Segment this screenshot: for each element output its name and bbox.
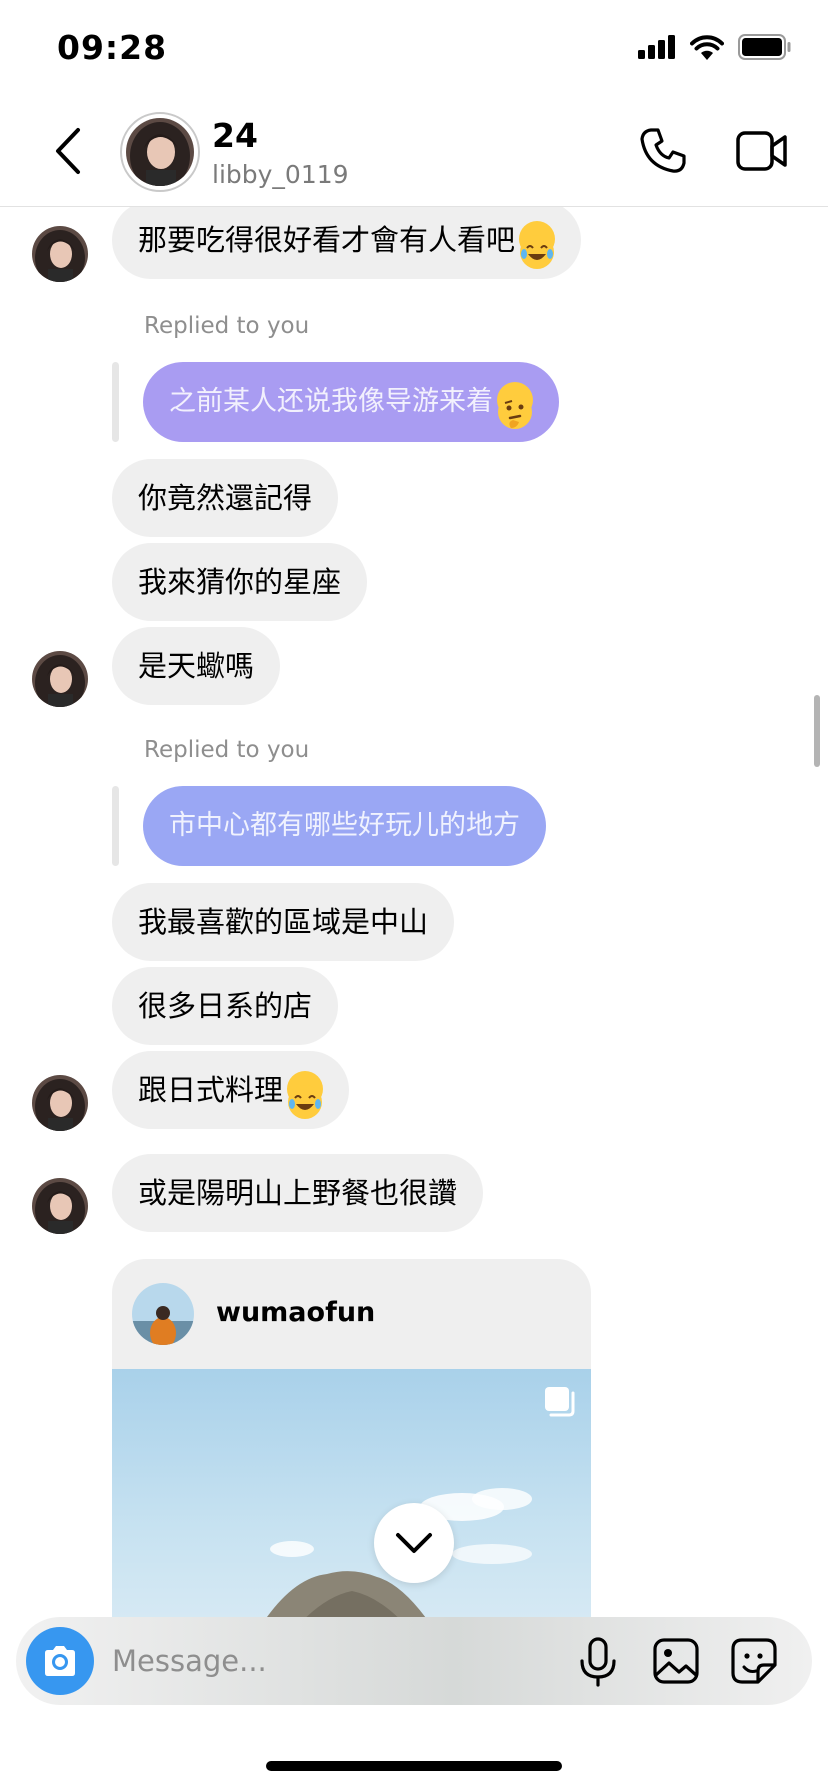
message-bubble[interactable]: 跟日式料理 (112, 1051, 350, 1129)
scrollbar[interactable] (814, 695, 820, 767)
message-bubble[interactable]: 你竟然還記得 (112, 459, 339, 537)
status-time: 09:28 (57, 28, 168, 67)
post-image[interactable] (112, 1369, 591, 1617)
message-text: 你竟然還記得 (138, 481, 313, 515)
reply-indicator (112, 786, 119, 866)
scroll-down-button[interactable] (374, 1503, 454, 1583)
contact-name[interactable]: 24 (212, 116, 258, 155)
phone-icon (640, 128, 686, 173)
message-text: 是天蠍嗎 (138, 649, 255, 683)
wifi-icon (690, 34, 724, 60)
quoted-message[interactable]: 市中心都有哪些好玩儿的地方 (143, 786, 546, 866)
sender-avatar[interactable] (32, 1075, 88, 1131)
message-composer (16, 1617, 812, 1705)
signal-icon (638, 35, 675, 59)
message-text: 很多日系的店 (138, 989, 313, 1023)
sticker-button[interactable] (730, 1637, 778, 1685)
audio-call-button[interactable] (638, 126, 688, 176)
contact-avatar[interactable] (120, 112, 200, 192)
camera-icon (45, 1646, 75, 1676)
chevron-left-icon (56, 128, 80, 174)
sender-avatar[interactable] (32, 651, 88, 707)
microphone-button[interactable] (578, 1637, 618, 1687)
post-author-avatar[interactable] (132, 1283, 194, 1345)
sticker-icon (731, 1638, 777, 1684)
home-indicator[interactable] (266, 1761, 562, 1771)
sender-avatar[interactable] (32, 226, 88, 282)
video-camera-icon (736, 131, 787, 171)
microphone-icon (580, 1637, 616, 1687)
thinking-face-icon (497, 381, 533, 429)
sender-avatar[interactable] (32, 1178, 88, 1234)
status-bar: 09:28 (0, 0, 828, 100)
message-text: 我來猜你的星座 (138, 565, 342, 599)
battery-icon (738, 34, 791, 60)
message-bubble[interactable]: 很多日系的店 (112, 967, 339, 1045)
face-with-tears-of-joy-icon (519, 221, 556, 269)
message-bubble[interactable]: 那要吃得很好看才會有人看吧 (112, 207, 582, 279)
contact-username[interactable]: libby_0119 (212, 160, 349, 189)
image-icon (653, 1638, 699, 1684)
face-with-tears-of-joy-icon (287, 1071, 324, 1119)
reply-indicator (112, 362, 119, 442)
quoted-text: 之前某人还说我像导游来着 (169, 386, 493, 417)
shared-post[interactable]: wumaofun (112, 1259, 591, 1617)
camera-button[interactable] (26, 1627, 94, 1695)
message-bubble[interactable]: 我最喜歡的區域是中山 (112, 883, 455, 961)
chat-header: 24 libby_0119 (0, 100, 828, 207)
message-bubble[interactable]: 是天蠍嗎 (112, 627, 281, 705)
reply-label: Replied to you (144, 737, 310, 763)
post-author-username[interactable]: wumaofun (216, 1297, 375, 1328)
back-button[interactable] (50, 126, 90, 176)
quoted-text: 市中心都有哪些好玩儿的地方 (169, 810, 520, 841)
chevron-down-icon (396, 1533, 432, 1553)
message-bubble[interactable]: 我來猜你的星座 (112, 543, 368, 621)
message-input[interactable] (112, 1635, 472, 1687)
message-text: 我最喜歡的區域是中山 (138, 905, 429, 939)
message-text: 跟日式料理 (138, 1073, 284, 1107)
carousel-icon (545, 1387, 575, 1417)
message-text: 那要吃得很好看才會有人看吧 (138, 223, 516, 257)
quoted-message[interactable]: 之前某人还说我像导游来着 (143, 362, 559, 442)
message-text: 或是陽明山上野餐也很讚 (138, 1176, 458, 1210)
gallery-button[interactable] (652, 1637, 700, 1685)
video-call-button[interactable] (736, 128, 788, 174)
reply-label: Replied to you (144, 313, 310, 339)
message-bubble[interactable]: 或是陽明山上野餐也很讚 (112, 1154, 484, 1232)
message-list[interactable]: 那要吃得很好看才會有人看吧 Replied to you 之前某人还说我像导游来… (0, 207, 828, 1617)
